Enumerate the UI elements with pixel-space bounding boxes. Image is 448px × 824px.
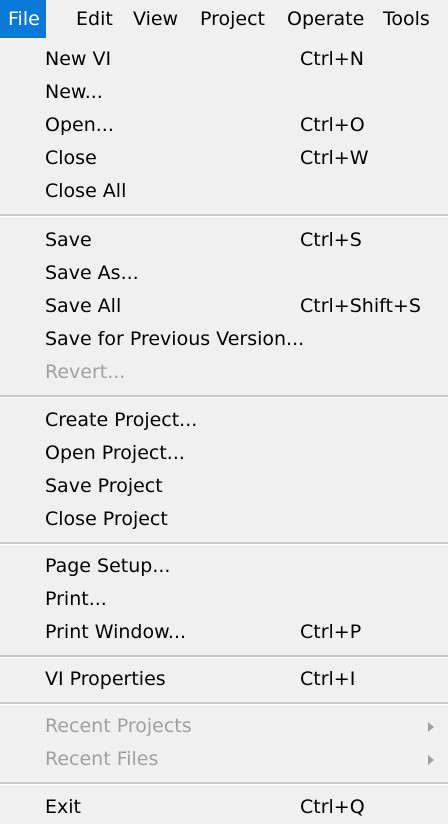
menu-item-open-project[interactable]: Open Project... [0, 437, 448, 470]
menu-item-label: Save for Previous Version... [45, 328, 305, 350]
menu-item-recent-files: Recent Files [0, 743, 448, 776]
menu-item-exit[interactable]: Exit Ctrl+Q [0, 791, 448, 824]
menu-item-close-all[interactable]: Close All [0, 175, 448, 208]
menu-item-print[interactable]: Print... [0, 583, 448, 616]
menu-item-label: Exit [45, 796, 81, 818]
menu-item-label: Open Project... [45, 442, 185, 464]
menu-edit[interactable]: Edit [76, 0, 113, 38]
menu-item-save[interactable]: Save Ctrl+S [0, 224, 448, 257]
menu-item-print-window[interactable]: Print Window... Ctrl+P [0, 616, 448, 649]
menu-item-revert: Revert... [0, 356, 448, 389]
menu-item-label: Close [45, 147, 97, 169]
submenu-arrow-icon [428, 722, 434, 732]
menu-item-shortcut: Ctrl+O [300, 114, 365, 136]
menu-item-label: Close All [45, 180, 127, 202]
menu-item-shortcut: Ctrl+W [300, 147, 369, 169]
menu-item-label: Open... [45, 114, 114, 136]
menu-item-new[interactable]: New... [0, 76, 448, 109]
menu-item-recent-projects: Recent Projects [0, 710, 448, 743]
menu-view[interactable]: View [133, 0, 178, 38]
menu-separator [0, 214, 448, 217]
menu-bar: File Edit View Project Operate Tools [0, 0, 448, 40]
menu-tools[interactable]: Tools [383, 0, 430, 38]
menu-operate[interactable]: Operate [287, 0, 364, 38]
menu-item-label: Create Project... [45, 409, 198, 431]
menu-item-close-project[interactable]: Close Project [0, 503, 448, 536]
menu-file[interactable]: File [0, 0, 46, 38]
menu-item-save-for-previous-version[interactable]: Save for Previous Version... [0, 323, 448, 356]
menu-item-shortcut: Ctrl+S [300, 229, 362, 251]
menu-item-save-project[interactable]: Save Project [0, 470, 448, 503]
menu-item-label: Save All [45, 295, 122, 317]
menu-item-label: VI Properties [45, 668, 166, 690]
submenu-arrow-icon [428, 755, 434, 765]
menu-separator [0, 395, 448, 398]
menu-item-shortcut: Ctrl+Q [300, 796, 365, 818]
menu-item-shortcut: Ctrl+Shift+S [300, 295, 421, 317]
menu-item-label: Save As... [45, 262, 139, 284]
menu-item-shortcut: Ctrl+N [300, 48, 364, 70]
menu-item-shortcut: Ctrl+P [300, 621, 362, 643]
menu-item-create-project[interactable]: Create Project... [0, 404, 448, 437]
menu-item-label: Save [45, 229, 92, 251]
menu-item-new-vi[interactable]: New VI Ctrl+N [0, 43, 448, 76]
menu-item-shortcut: Ctrl+I [300, 668, 356, 690]
menu-item-vi-properties[interactable]: VI Properties Ctrl+I [0, 663, 448, 696]
menu-item-label: Recent Projects [45, 715, 192, 737]
menu-item-label: Revert... [45, 361, 126, 383]
menu-item-label: Save Project [45, 475, 163, 497]
menu-item-label: Print... [45, 588, 107, 610]
menu-separator [0, 702, 448, 705]
menu-separator [0, 655, 448, 658]
menu-item-label: Recent Files [45, 748, 159, 770]
menu-item-open[interactable]: Open... Ctrl+O [0, 109, 448, 142]
menu-item-label: New... [45, 81, 103, 103]
file-menu: New VI Ctrl+N New... Open... Ctrl+O Clos… [0, 40, 448, 821]
menu-separator [0, 782, 448, 785]
menu-item-label: Print Window... [45, 621, 187, 643]
menu-item-save-all[interactable]: Save All Ctrl+Shift+S [0, 290, 448, 323]
menu-item-close[interactable]: Close Ctrl+W [0, 142, 448, 175]
menu-item-label: Page Setup... [45, 555, 171, 577]
menu-item-label: New VI [45, 48, 112, 70]
menu-project[interactable]: Project [200, 0, 265, 38]
menu-item-save-as[interactable]: Save As... [0, 257, 448, 290]
menu-item-label: Close Project [45, 508, 168, 530]
menu-item-page-setup[interactable]: Page Setup... [0, 550, 448, 583]
menu-separator [0, 542, 448, 545]
